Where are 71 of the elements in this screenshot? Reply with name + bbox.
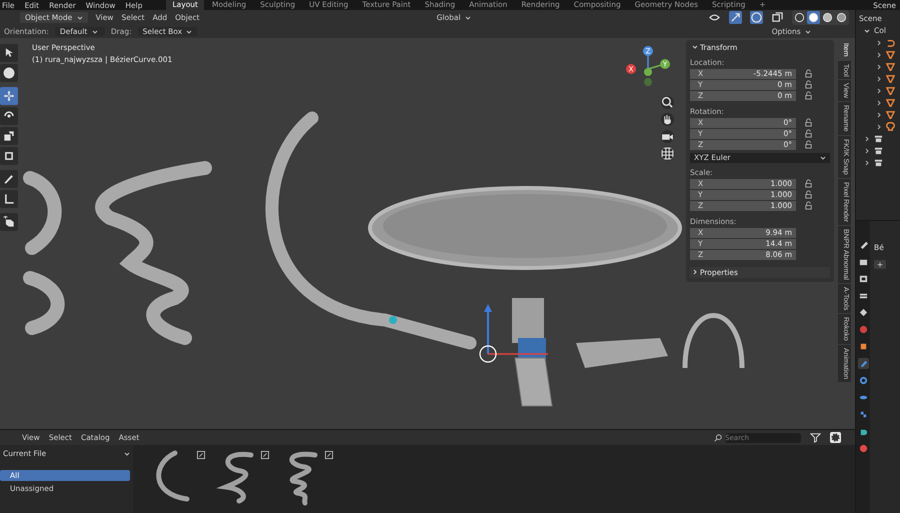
edit-icon[interactable] bbox=[325, 451, 333, 459]
shading-mode-icon[interactable] bbox=[835, 11, 848, 24]
viewport-toggle-icon[interactable] bbox=[771, 11, 784, 24]
padlock-icon[interactable] bbox=[804, 179, 813, 188]
tool-icon bbox=[2, 128, 16, 143]
properties-tab-icon[interactable] bbox=[858, 375, 869, 386]
disclosure-icon[interactable] bbox=[864, 148, 870, 154]
padlock-icon[interactable] bbox=[804, 190, 813, 200]
collection-icon[interactable] bbox=[874, 146, 884, 155]
padlock-icon[interactable] bbox=[804, 91, 813, 100]
properties-tab-icon[interactable] bbox=[858, 307, 869, 318]
hand-icon[interactable] bbox=[661, 112, 674, 126]
tool-icon bbox=[2, 214, 16, 229]
padlock-icon[interactable] bbox=[804, 201, 813, 210]
disclosure-icon[interactable] bbox=[876, 100, 882, 106]
caret-icon bbox=[92, 30, 98, 34]
padlock-icon[interactable] bbox=[804, 129, 813, 138]
grid-icon[interactable] bbox=[661, 146, 674, 160]
disclosure-icon[interactable] bbox=[692, 269, 698, 276]
caret-icon bbox=[124, 452, 130, 456]
tool-icon bbox=[2, 66, 16, 80]
tool-button[interactable] bbox=[0, 190, 18, 208]
padlock-icon[interactable] bbox=[804, 69, 813, 78]
search-icon bbox=[714, 434, 722, 442]
tool-button[interactable] bbox=[0, 170, 18, 188]
caret-icon bbox=[76, 16, 83, 20]
tool-button[interactable] bbox=[0, 126, 18, 145]
padlock-icon[interactable] bbox=[804, 80, 813, 90]
disclosure-icon[interactable] bbox=[692, 44, 698, 50]
properties-tab-icon[interactable] bbox=[858, 358, 869, 369]
camera-icon[interactable] bbox=[661, 130, 674, 143]
padlock-icon[interactable] bbox=[804, 140, 813, 150]
disclosure-icon[interactable] bbox=[876, 76, 882, 82]
disclosure-icon[interactable] bbox=[876, 40, 882, 46]
zoom-icon[interactable] bbox=[661, 96, 674, 109]
edit-icon[interactable] bbox=[261, 451, 269, 459]
viewport-toggle-icon[interactable] bbox=[750, 11, 764, 24]
disclosure-icon[interactable] bbox=[876, 88, 882, 94]
tool-button[interactable] bbox=[0, 44, 18, 62]
arch-drawing bbox=[682, 313, 744, 368]
tool-button[interactable] bbox=[0, 64, 18, 82]
caret-icon bbox=[820, 156, 826, 160]
tool-button[interactable] bbox=[0, 86, 18, 105]
disclosure-icon[interactable] bbox=[864, 136, 870, 142]
tool-button[interactable] bbox=[0, 146, 18, 165]
caret-icon bbox=[805, 30, 812, 34]
shading-mode-icon[interactable] bbox=[821, 11, 834, 24]
caret-icon bbox=[464, 16, 471, 20]
transform-gizmo bbox=[479, 304, 548, 363]
disclosure-icon[interactable] bbox=[864, 28, 870, 34]
disclosure-icon[interactable] bbox=[876, 64, 882, 70]
settings-icon[interactable] bbox=[830, 432, 842, 443]
tool-button[interactable] bbox=[0, 212, 18, 231]
properties-tab-icon[interactable] bbox=[858, 273, 869, 284]
shading-mode-icon[interactable] bbox=[793, 11, 806, 24]
edit-icon[interactable] bbox=[197, 451, 205, 459]
disclosure-icon[interactable] bbox=[876, 124, 882, 130]
tool-icon bbox=[2, 88, 16, 103]
tool-button[interactable] bbox=[0, 106, 18, 125]
tool-icon bbox=[2, 192, 16, 206]
disclosure-icon[interactable] bbox=[864, 160, 870, 166]
disclosure-icon[interactable] bbox=[876, 52, 882, 58]
caret-icon bbox=[186, 30, 192, 34]
shading-mode-icon[interactable] bbox=[807, 11, 820, 24]
collection-icon[interactable] bbox=[874, 134, 884, 143]
curve-point-marker bbox=[389, 316, 397, 324]
disclosure-icon[interactable] bbox=[876, 112, 882, 118]
viewport-toggle-icon[interactable] bbox=[729, 11, 742, 24]
filter-icon[interactable] bbox=[810, 432, 822, 443]
padlock-icon[interactable] bbox=[804, 118, 813, 128]
collection-icon[interactable] bbox=[874, 158, 884, 167]
